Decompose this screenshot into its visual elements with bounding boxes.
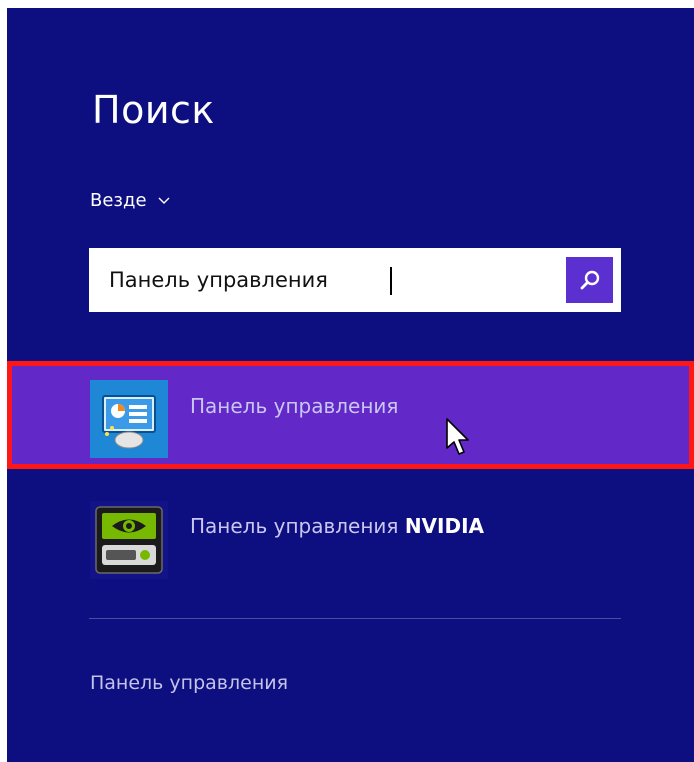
brand-label: NVIDIA xyxy=(404,514,484,538)
category-link-control-panel[interactable]: Панель управления xyxy=(90,672,288,694)
result-label: Панель управления xyxy=(190,394,399,418)
search-result-control-panel[interactable]: Панель управления xyxy=(7,361,694,469)
mouse-pointer-icon xyxy=(446,418,469,455)
text-caret xyxy=(390,267,392,295)
scope-label: Везде xyxy=(90,190,147,211)
search-icon xyxy=(580,270,599,290)
nvidia-icon xyxy=(90,501,168,579)
search-input[interactable] xyxy=(109,248,549,312)
scope-dropdown[interactable]: Везде xyxy=(90,190,171,211)
chevron-down-icon xyxy=(158,197,170,204)
page-title: Поиск xyxy=(92,88,215,132)
search-pane: Поиск Везде Панель управления Панель упр… xyxy=(7,8,694,762)
result-label: Панель управления NVIDIA xyxy=(190,514,484,538)
control-panel-icon xyxy=(90,380,168,458)
search-result-nvidia[interactable]: Панель управления NVIDIA xyxy=(7,498,694,606)
divider xyxy=(89,618,621,619)
search-button[interactable] xyxy=(566,257,613,303)
search-box xyxy=(89,248,621,312)
